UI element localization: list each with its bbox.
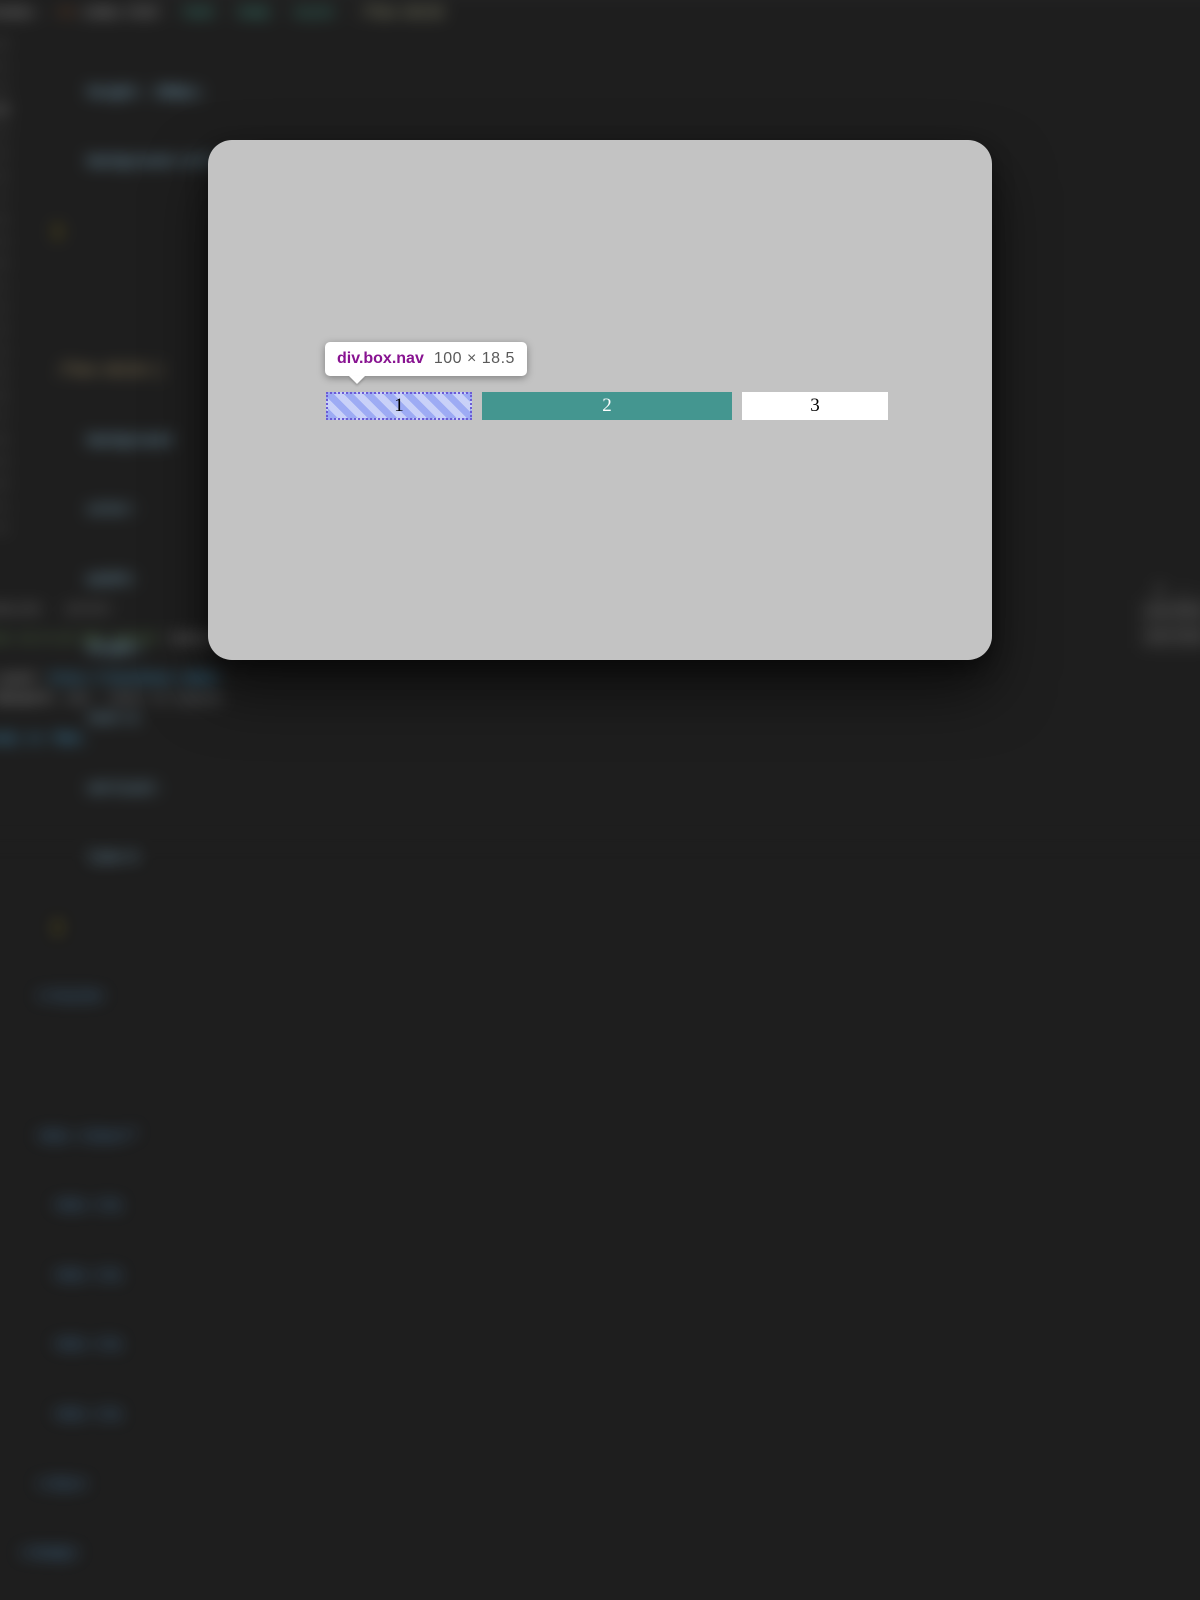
chevron-right-icon: › bbox=[43, 2, 51, 24]
tooltip-classes: .box.nav bbox=[359, 350, 424, 367]
terminal-item[interactable]: zsh Main bbox=[1141, 600, 1200, 623]
breadcrumb[interactable]: Flexbox › <> index.html › html › body › … bbox=[0, 0, 1200, 30]
box-label: 3 bbox=[810, 395, 820, 417]
chevron-right-icon: › bbox=[278, 2, 286, 24]
panel-tab-output[interactable]: OUTPUT bbox=[66, 600, 112, 620]
flex-container: 1 2 3 bbox=[326, 392, 888, 420]
line-gutter: 202122 23 242526 272829 303132 333435 36… bbox=[0, 34, 20, 1600]
terminal-list[interactable]: zsh Main zsh Term bbox=[1141, 600, 1200, 651]
browser-preview-window: div.box.nav 100 × 18.5 1 2 3 bbox=[208, 140, 992, 660]
breadcrumb-html[interactable]: html bbox=[184, 2, 215, 24]
breadcrumb-style[interactable]: style bbox=[294, 2, 333, 24]
chevron-right-icon: › bbox=[341, 2, 349, 24]
box-label: 2 bbox=[602, 395, 612, 417]
devtools-element-tooltip: div.box.nav 100 × 18.5 bbox=[325, 342, 527, 376]
flex-box-3[interactable]: 3 bbox=[742, 392, 888, 420]
breadcrumb-file[interactable]: index.html bbox=[82, 2, 160, 24]
chevron-right-icon: › bbox=[168, 2, 176, 24]
flex-box-2[interactable]: 2 bbox=[482, 392, 732, 420]
chevron-right-icon: › bbox=[223, 2, 231, 24]
breadcrumb-body[interactable]: body bbox=[239, 2, 270, 24]
tooltip-tagname: div bbox=[337, 350, 359, 367]
box-label: 1 bbox=[394, 395, 404, 417]
html-file-icon: <> bbox=[58, 2, 74, 24]
tooltip-dimensions: 100 × 18.5 bbox=[434, 350, 515, 368]
breadcrumb-rule[interactable]: .flex-child bbox=[357, 2, 443, 24]
panel-tab-problems[interactable]: PROBLEMS bbox=[0, 600, 42, 620]
terminal-item[interactable]: zsh Term bbox=[1141, 626, 1200, 649]
panel-tabs[interactable]: PROBLEMS OUTPUT bbox=[0, 600, 112, 620]
breadcrumb-root[interactable]: Flexbox bbox=[0, 2, 35, 24]
flex-box-1-inspected[interactable]: 1 bbox=[326, 392, 472, 420]
